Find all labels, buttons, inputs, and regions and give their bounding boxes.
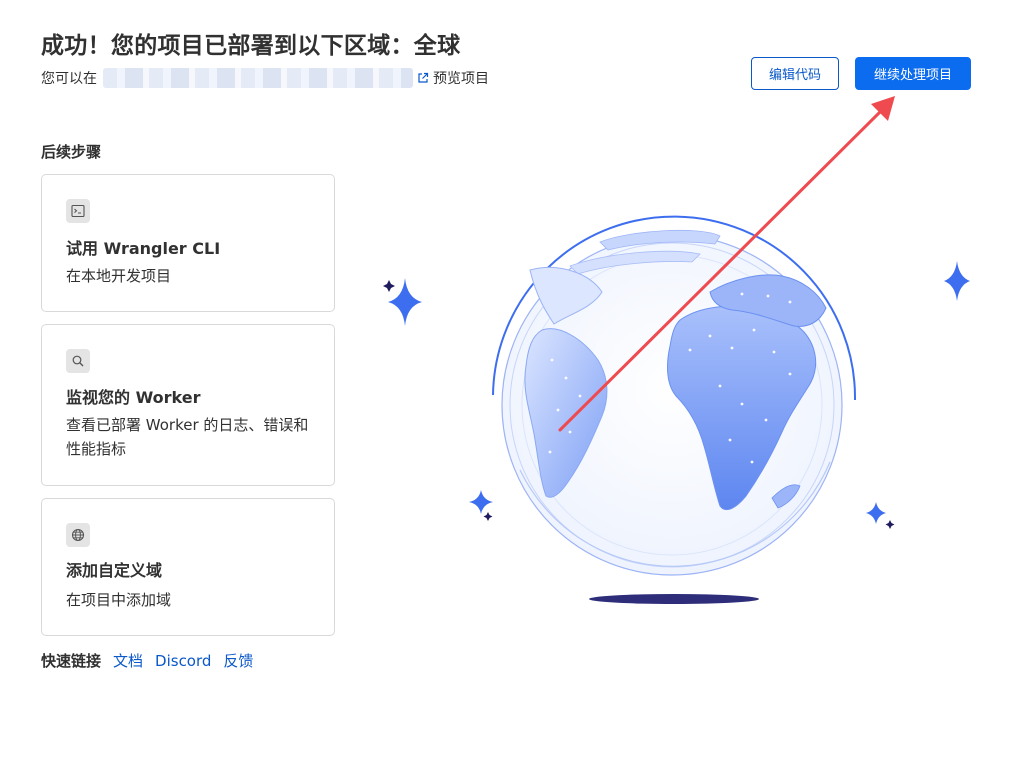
globe-icon [66, 523, 90, 547]
card-monitor-worker[interactable]: 监视您的 Worker 查看已部署 Worker 的日志、错误和性能指标 [41, 324, 335, 486]
search-icon [66, 349, 90, 373]
redacted-preview-url[interactable] [103, 68, 413, 88]
terminal-icon [66, 199, 90, 223]
discord-link[interactable]: Discord [155, 652, 211, 670]
quick-links-label: 快速链接 [41, 652, 102, 670]
quick-links: 快速链接 文档 Discord 反馈 [41, 650, 265, 671]
globe-illustration [383, 215, 970, 604]
card-description: 查看已部署 Worker 的日志、错误和性能指标 [66, 416, 309, 458]
continue-project-button[interactable]: 继续处理项目 [855, 57, 971, 90]
globe-shadow [589, 594, 759, 604]
subtitle-prefix: 您可以在 [41, 71, 97, 87]
card-title: 添加自定义域 [66, 561, 163, 580]
card-description: 在项目中添加域 [66, 591, 172, 609]
preview-project-link[interactable]: 预览项目 [433, 68, 489, 88]
card-custom-domain[interactable]: 添加自定义域 在项目中添加域 [41, 498, 335, 636]
card-title: 监视您的 Worker [66, 388, 201, 407]
card-wrangler-cli[interactable]: 试用 Wrangler CLI 在本地开发项目 [41, 174, 335, 312]
feedback-link[interactable]: 反馈 [223, 650, 253, 671]
edit-code-button[interactable]: 编辑代码 [751, 57, 839, 90]
external-link-icon[interactable] [417, 72, 429, 84]
card-description: 在本地开发项目 [66, 267, 172, 285]
next-steps-heading: 后续步骤 [41, 143, 102, 161]
card-title: 试用 Wrangler CLI [66, 239, 221, 258]
docs-link[interactable]: 文档 [113, 650, 143, 671]
page-title: 成功！您的项目已部署到以下区域：全球 [41, 33, 461, 59]
deployment-subtitle: 您可以在 预览项目 [41, 68, 489, 88]
